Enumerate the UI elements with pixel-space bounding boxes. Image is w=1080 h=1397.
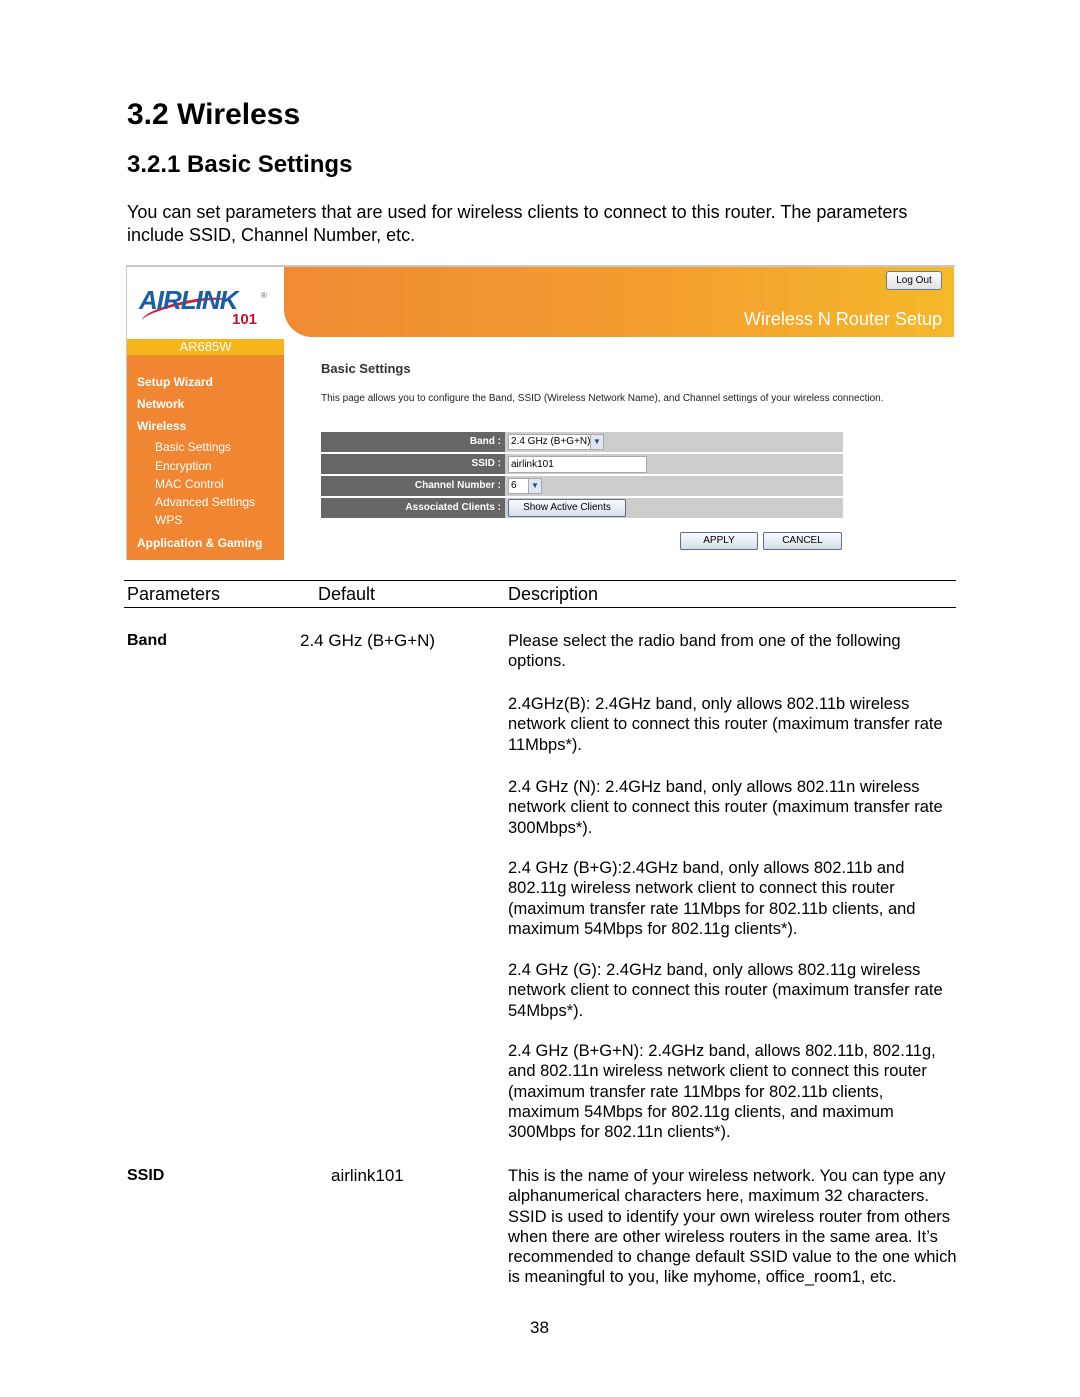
sidebar-item-advanced-settings[interactable]: Advanced Settings: [155, 495, 255, 509]
ssid-label: SSID :: [321, 454, 505, 474]
band-desc-n: 2.4 GHz (N): 2.4GHz band, only allows 80…: [508, 778, 943, 837]
logo-registered-mark: ®: [261, 291, 267, 300]
apply-button[interactable]: APPLY: [680, 532, 758, 550]
band-select-value: 2.4 GHz (B+G+N): [511, 436, 591, 447]
param-ssid: SSID: [127, 1167, 165, 1184]
header-parameters: Parameters: [127, 584, 221, 604]
cancel-button[interactable]: CANCEL: [763, 532, 842, 550]
clients-row: Associated Clients : Show Active Clients: [321, 498, 843, 518]
sidebar-item-encryption[interactable]: Encryption: [155, 459, 212, 473]
logout-button[interactable]: Log Out: [886, 271, 942, 290]
logo-brand: AIRLINK: [139, 285, 238, 315]
clients-label: Associated Clients :: [321, 498, 505, 518]
logo-suffix: 101: [232, 311, 258, 328]
chevron-down-icon[interactable]: ▼: [528, 479, 541, 493]
subsection-title: 3.2.1 Basic Settings: [127, 151, 353, 178]
sidebar-item-wps[interactable]: WPS: [155, 513, 182, 527]
ssid-desc: This is the name of your wireless networ…: [508, 1167, 957, 1287]
default-ssid: airlink101: [331, 1166, 404, 1185]
channel-select-value: 6: [511, 480, 517, 491]
default-band: 2.4 GHz (B+G+N): [300, 631, 436, 650]
header-default: Default: [318, 584, 376, 604]
section-title: 3.2 Wireless: [127, 98, 301, 131]
basic-settings-form: Band : 2.4 GHz (B+G+N) ▼ SSID : airlink1…: [321, 432, 843, 520]
content-title: Basic Settings: [321, 361, 411, 376]
content-description: This page allows you to configure the Ba…: [321, 393, 884, 404]
model-label: AR685W: [127, 339, 284, 355]
ssid-row: SSID : airlink101: [321, 454, 843, 474]
sidebar-item-basic-settings[interactable]: Basic Settings: [155, 440, 231, 454]
intro-paragraph: You can set parameters that are used for…: [127, 202, 908, 245]
band-desc-intro: Please select the radio band from one of…: [508, 632, 901, 671]
sidebar-item-network[interactable]: Network: [137, 397, 184, 411]
page-number: 38: [530, 1318, 549, 1337]
channel-select[interactable]: 6 ▼: [508, 478, 542, 494]
band-desc-bg: 2.4 GHz (B+G):2.4GHz band, only allows 8…: [508, 859, 916, 938]
ssid-input[interactable]: airlink101: [508, 456, 647, 473]
table-header: Parameters Default Description: [124, 580, 956, 608]
param-band: Band: [127, 632, 167, 649]
router-screenshot: AIRLINK ® 101 AR685W Setup Wizard Networ…: [126, 265, 955, 560]
sidebar-item-application-gaming[interactable]: Application & Gaming: [137, 536, 262, 550]
sidebar-item-mac-control[interactable]: MAC Control: [155, 477, 224, 491]
band-desc-g: 2.4 GHz (G): 2.4GHz band, only allows 80…: [508, 961, 943, 1020]
sidebar-item-wireless[interactable]: Wireless: [137, 419, 186, 433]
band-label: Band :: [321, 432, 505, 452]
banner-title: Wireless N Router Setup: [743, 309, 942, 329]
band-row: Band : 2.4 GHz (B+G+N) ▼: [321, 432, 843, 452]
header-banner: Log Out Wireless N Router Setup: [284, 267, 954, 337]
airlink-logo: AIRLINK ® 101: [127, 267, 284, 339]
band-select[interactable]: 2.4 GHz (B+G+N) ▼: [508, 434, 604, 450]
band-desc-bgn: 2.4 GHz (B+G+N): 2.4GHz band, allows 802…: [508, 1042, 936, 1142]
header-description: Description: [508, 584, 599, 604]
sidebar-item-setup-wizard[interactable]: Setup Wizard: [137, 375, 213, 389]
chevron-down-icon[interactable]: ▼: [590, 435, 603, 449]
show-active-clients-button[interactable]: Show Active Clients: [508, 499, 626, 517]
channel-row: Channel Number : 6 ▼: [321, 476, 843, 496]
channel-label: Channel Number :: [321, 476, 505, 496]
sidebar: Setup Wizard Network Wireless Basic Sett…: [127, 355, 284, 560]
band-desc-b: 2.4GHz(B): 2.4GHz band, only allows 802.…: [508, 695, 943, 754]
